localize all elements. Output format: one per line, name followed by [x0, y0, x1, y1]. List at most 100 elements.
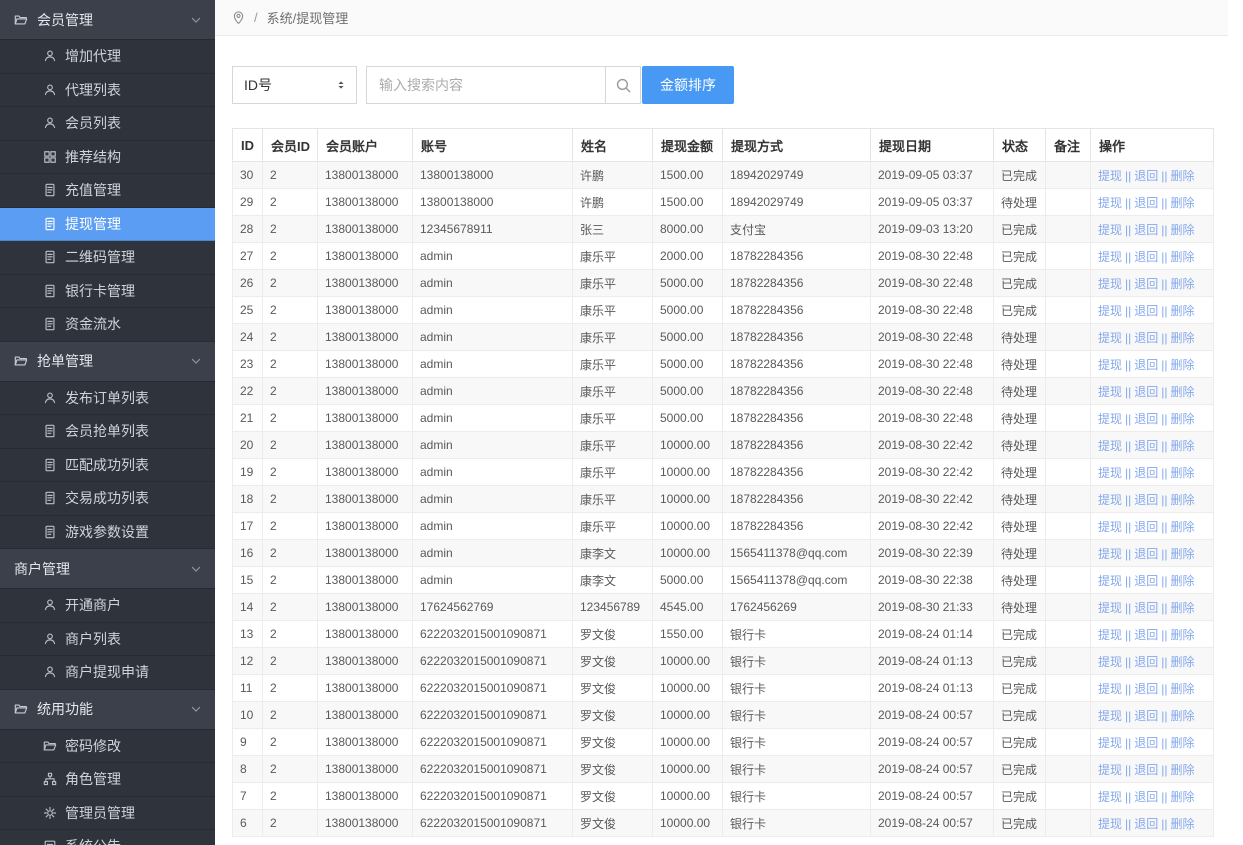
return-link[interactable]: 退回: [1134, 439, 1158, 453]
sidebar-item[interactable]: 管理员管理: [0, 797, 215, 831]
return-link[interactable]: 退回: [1134, 358, 1158, 372]
withdraw-link[interactable]: 提现: [1098, 169, 1122, 183]
withdraw-link[interactable]: 提现: [1098, 817, 1122, 831]
withdraw-link[interactable]: 提现: [1098, 682, 1122, 696]
return-link[interactable]: 退回: [1134, 601, 1158, 615]
delete-link[interactable]: 删除: [1171, 601, 1195, 615]
delete-link[interactable]: 删除: [1171, 736, 1195, 750]
delete-link[interactable]: 删除: [1171, 817, 1195, 831]
return-link[interactable]: 退回: [1134, 385, 1158, 399]
withdraw-link[interactable]: 提现: [1098, 196, 1122, 210]
delete-link[interactable]: 删除: [1171, 385, 1195, 399]
withdraw-link[interactable]: 提现: [1098, 331, 1122, 345]
withdraw-link[interactable]: 提现: [1098, 385, 1122, 399]
delete-link[interactable]: 删除: [1171, 763, 1195, 777]
delete-link[interactable]: 删除: [1171, 169, 1195, 183]
sidebar-item[interactable]: 商户提现申请: [0, 656, 215, 690]
sidebar-section-header[interactable]: 商户管理: [0, 549, 215, 589]
sidebar-item[interactable]: 会员列表: [0, 107, 215, 141]
delete-link[interactable]: 删除: [1171, 574, 1195, 588]
delete-link[interactable]: 删除: [1171, 358, 1195, 372]
delete-link[interactable]: 删除: [1171, 412, 1195, 426]
withdraw-link[interactable]: 提现: [1098, 547, 1122, 561]
return-link[interactable]: 退回: [1134, 763, 1158, 777]
sidebar-item[interactable]: 密码修改: [0, 730, 215, 764]
return-link[interactable]: 退回: [1134, 250, 1158, 264]
delete-link[interactable]: 删除: [1171, 466, 1195, 480]
delete-link[interactable]: 删除: [1171, 196, 1195, 210]
sidebar-item[interactable]: 充值管理: [0, 174, 215, 208]
withdraw-link[interactable]: 提现: [1098, 574, 1122, 588]
return-link[interactable]: 退回: [1134, 547, 1158, 561]
sidebar-item[interactable]: 银行卡管理: [0, 275, 215, 309]
search-input[interactable]: [366, 66, 606, 104]
sidebar-item[interactable]: 二维码管理: [0, 241, 215, 275]
sidebar-section-header[interactable]: 统用功能: [0, 690, 215, 730]
search-button[interactable]: [605, 66, 641, 104]
withdraw-link[interactable]: 提现: [1098, 628, 1122, 642]
withdraw-link[interactable]: 提现: [1098, 790, 1122, 804]
return-link[interactable]: 退回: [1134, 682, 1158, 696]
return-link[interactable]: 退回: [1134, 817, 1158, 831]
withdraw-link[interactable]: 提现: [1098, 709, 1122, 723]
sort-by-amount-button[interactable]: 金额排序: [642, 66, 734, 104]
sidebar-item[interactable]: 系统公告: [0, 830, 215, 845]
return-link[interactable]: 退回: [1134, 628, 1158, 642]
withdraw-link[interactable]: 提现: [1098, 250, 1122, 264]
delete-link[interactable]: 删除: [1171, 790, 1195, 804]
sidebar-item[interactable]: 发布订单列表: [0, 382, 215, 416]
withdraw-link[interactable]: 提现: [1098, 223, 1122, 237]
sidebar-item[interactable]: 商户列表: [0, 623, 215, 657]
delete-link[interactable]: 删除: [1171, 277, 1195, 291]
withdraw-link[interactable]: 提现: [1098, 439, 1122, 453]
withdraw-link[interactable]: 提现: [1098, 277, 1122, 291]
sidebar-item[interactable]: 增加代理: [0, 40, 215, 74]
return-link[interactable]: 退回: [1134, 223, 1158, 237]
delete-link[interactable]: 删除: [1171, 547, 1195, 561]
return-link[interactable]: 退回: [1134, 169, 1158, 183]
delete-link[interactable]: 删除: [1171, 223, 1195, 237]
return-link[interactable]: 退回: [1134, 412, 1158, 426]
delete-link[interactable]: 删除: [1171, 682, 1195, 696]
withdraw-link[interactable]: 提现: [1098, 358, 1122, 372]
withdraw-link[interactable]: 提现: [1098, 493, 1122, 507]
sidebar-item[interactable]: 交易成功列表: [0, 482, 215, 516]
sidebar-item[interactable]: 游戏参数设置: [0, 516, 215, 550]
sidebar-section-header[interactable]: 抢单管理: [0, 342, 215, 382]
return-link[interactable]: 退回: [1134, 466, 1158, 480]
withdraw-link[interactable]: 提现: [1098, 412, 1122, 426]
return-link[interactable]: 退回: [1134, 331, 1158, 345]
return-link[interactable]: 退回: [1134, 655, 1158, 669]
return-link[interactable]: 退回: [1134, 277, 1158, 291]
sidebar-item[interactable]: 推荐结构: [0, 141, 215, 175]
delete-link[interactable]: 删除: [1171, 655, 1195, 669]
delete-link[interactable]: 删除: [1171, 304, 1195, 318]
withdraw-link[interactable]: 提现: [1098, 736, 1122, 750]
delete-link[interactable]: 删除: [1171, 331, 1195, 345]
return-link[interactable]: 退回: [1134, 196, 1158, 210]
return-link[interactable]: 退回: [1134, 790, 1158, 804]
withdraw-link[interactable]: 提现: [1098, 655, 1122, 669]
sidebar-item[interactable]: 开通商户: [0, 589, 215, 623]
sidebar-item[interactable]: 匹配成功列表: [0, 449, 215, 483]
withdraw-link[interactable]: 提现: [1098, 520, 1122, 534]
return-link[interactable]: 退回: [1134, 520, 1158, 534]
delete-link[interactable]: 删除: [1171, 439, 1195, 453]
sidebar-section-header[interactable]: 会员管理: [0, 0, 215, 40]
return-link[interactable]: 退回: [1134, 304, 1158, 318]
withdraw-link[interactable]: 提现: [1098, 763, 1122, 777]
sidebar-item[interactable]: 代理列表: [0, 74, 215, 108]
delete-link[interactable]: 删除: [1171, 250, 1195, 264]
delete-link[interactable]: 删除: [1171, 628, 1195, 642]
sidebar-item[interactable]: 资金流水: [0, 308, 215, 342]
withdraw-link[interactable]: 提现: [1098, 466, 1122, 480]
return-link[interactable]: 退回: [1134, 574, 1158, 588]
return-link[interactable]: 退回: [1134, 493, 1158, 507]
return-link[interactable]: 退回: [1134, 736, 1158, 750]
sidebar-item[interactable]: 角色管理: [0, 763, 215, 797]
sidebar-item[interactable]: 会员抢单列表: [0, 415, 215, 449]
delete-link[interactable]: 删除: [1171, 709, 1195, 723]
return-link[interactable]: 退回: [1134, 709, 1158, 723]
withdraw-link[interactable]: 提现: [1098, 601, 1122, 615]
delete-link[interactable]: 删除: [1171, 520, 1195, 534]
